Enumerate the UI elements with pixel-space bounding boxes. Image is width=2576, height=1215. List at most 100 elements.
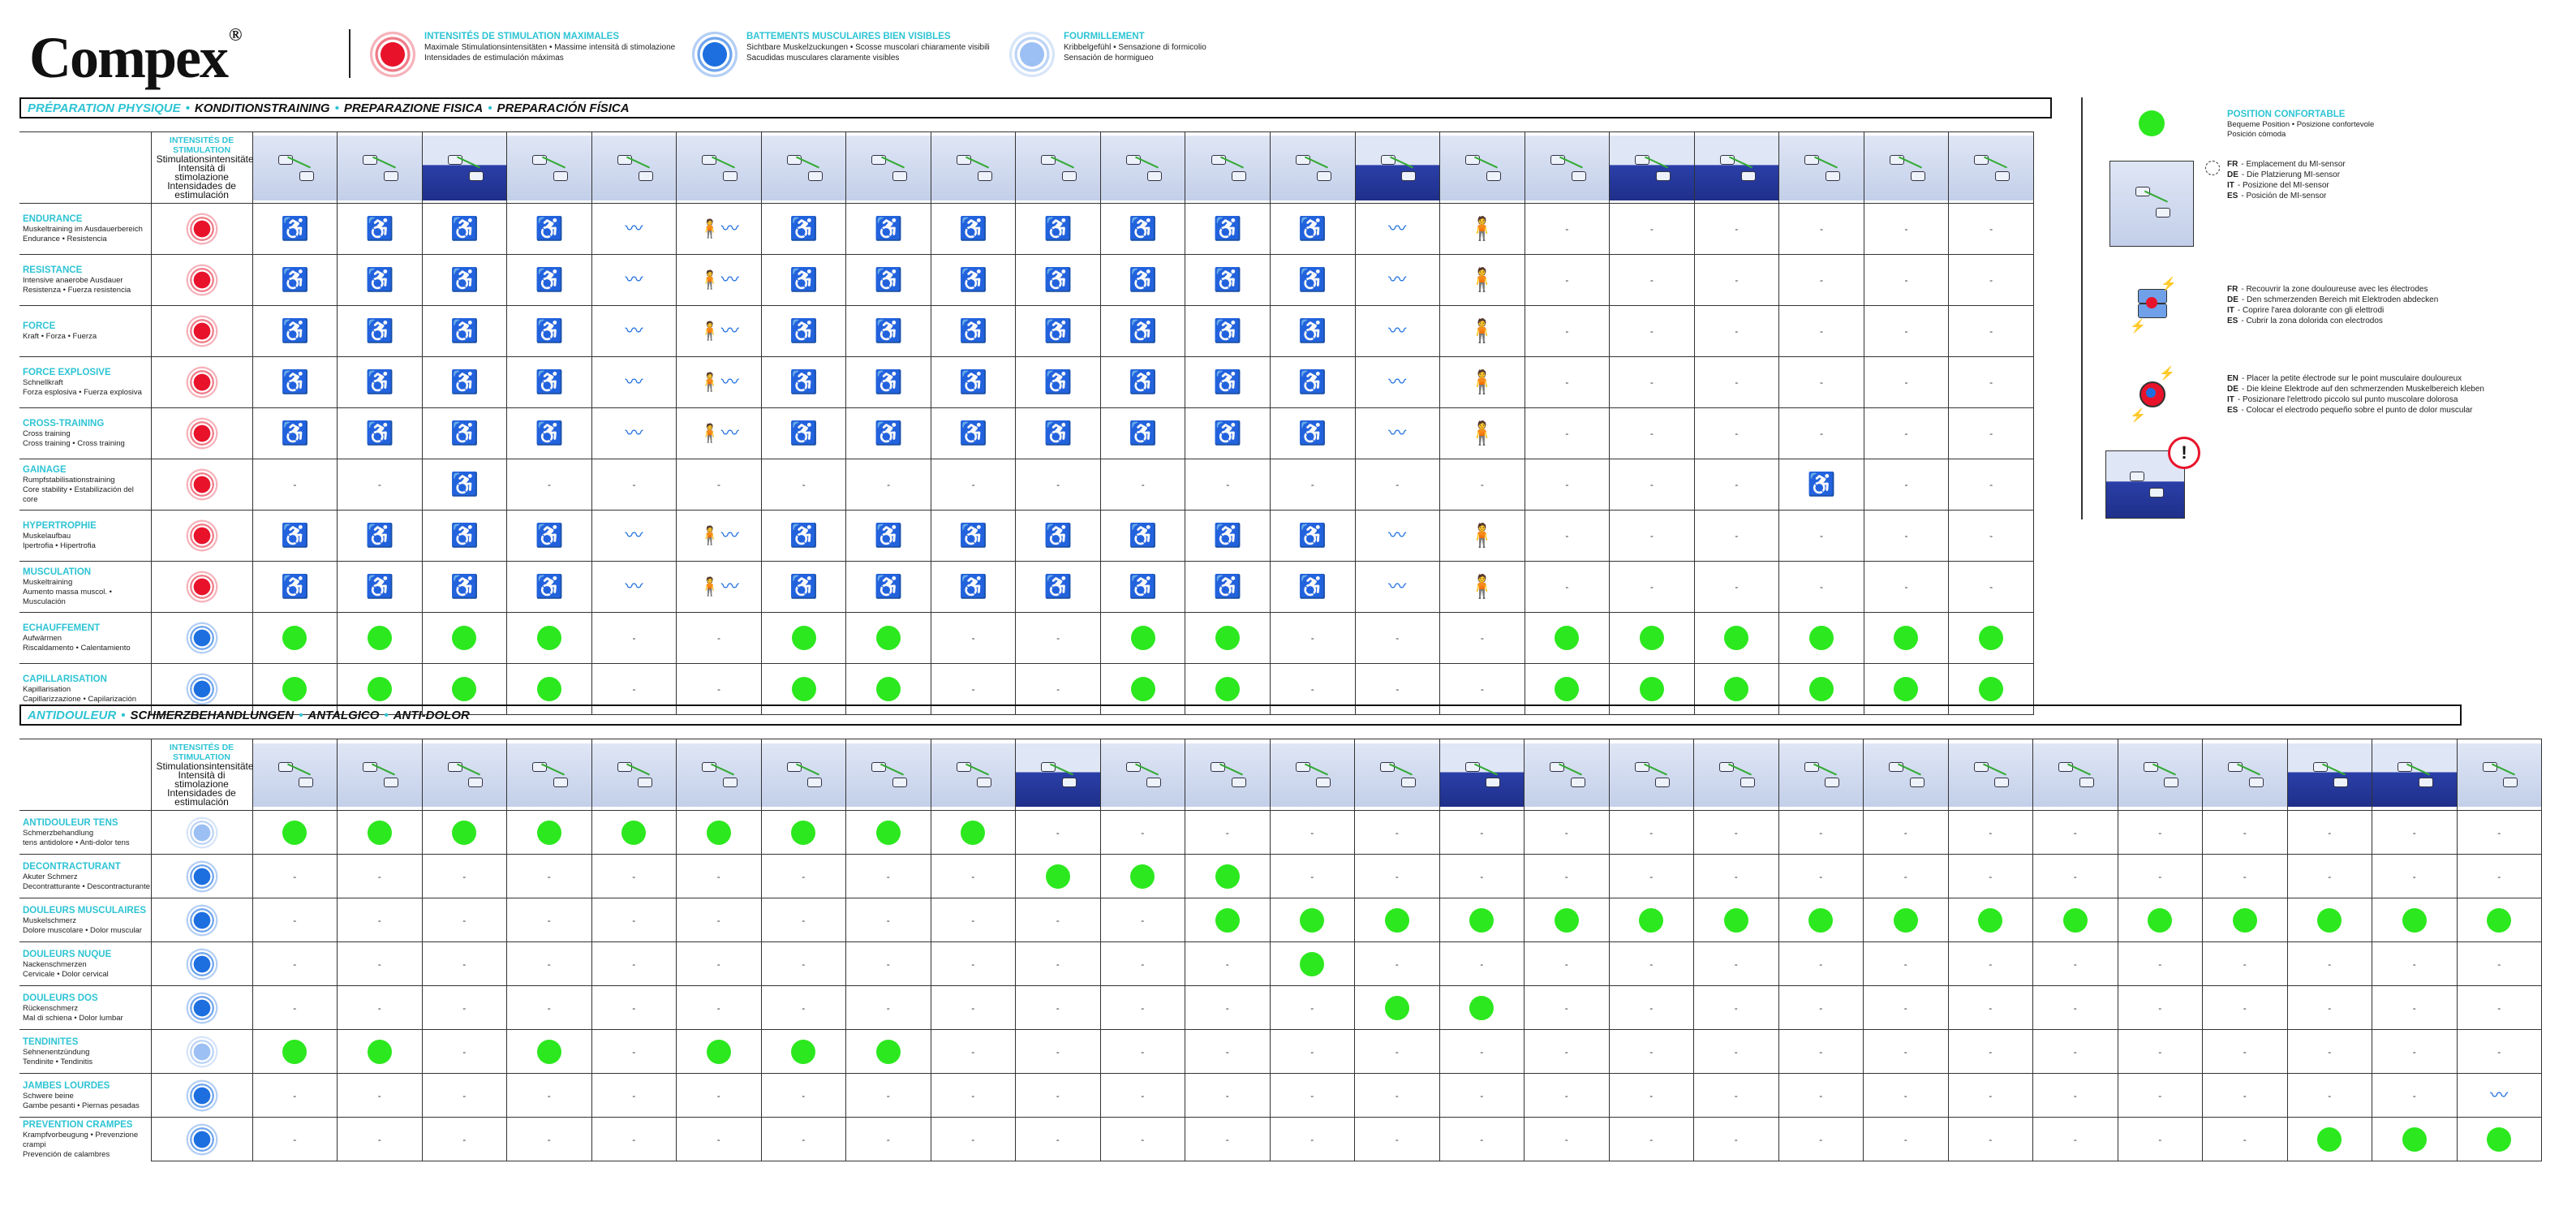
- not-applicable: -: [1141, 1089, 1145, 1101]
- not-applicable: -: [1480, 479, 1484, 490]
- not-applicable: -: [293, 914, 297, 926]
- placement-cell: -: [1693, 510, 1780, 562]
- seated-position-icon: ♿: [280, 523, 309, 548]
- program-title: FORCE: [23, 321, 56, 331]
- intensity-circle-red-icon: [185, 417, 218, 450]
- seated-position-icon: ♿: [450, 369, 479, 394]
- placement-cell: -: [1863, 941, 1949, 986]
- placement-cell: [2372, 898, 2458, 942]
- lang-code: FR: [2227, 160, 2238, 169]
- electrode-placement-image: [760, 131, 847, 204]
- body-illustration: [846, 135, 931, 200]
- comfortable-position-dot: [875, 1039, 901, 1064]
- placement-cell: -: [1778, 1029, 1864, 1074]
- placement-cell: -: [591, 898, 677, 942]
- placement-cell: 🧍〰: [676, 356, 762, 408]
- not-applicable: -: [462, 1133, 467, 1145]
- placement-cell: [2032, 898, 2118, 942]
- placement-cell: -: [845, 898, 931, 942]
- electrode-placement-image: [1269, 739, 1355, 811]
- placement-cell: [1947, 898, 2033, 942]
- not-applicable: -: [971, 1089, 975, 1101]
- intensity-header-title: INTENSITÉS DE STIMULATION: [169, 743, 234, 762]
- legend-entry: ES - Colocar el electrodo pequeño sobre e…: [2227, 405, 2484, 416]
- intensity-circle-red-icon: [185, 315, 218, 347]
- legend-item-red: INTENSITÉS DE STIMULATION MAXIMALES Maxim…: [369, 31, 675, 78]
- placement-cell: ♿: [506, 254, 592, 306]
- placement-cell: 〰: [591, 356, 677, 408]
- placement-cell: -: [1948, 459, 2034, 511]
- comfortable-position-dot: [706, 1039, 731, 1064]
- seated-position-icon: ♿: [1807, 472, 1836, 497]
- placement-cell: ♿: [930, 356, 1017, 408]
- not-applicable: -: [1480, 1089, 1484, 1101]
- not-applicable: -: [886, 870, 890, 882]
- not-applicable: -: [462, 1002, 467, 1014]
- not-applicable: -: [2243, 1002, 2247, 1014]
- placement-cell: -: [1608, 985, 1694, 1030]
- program-title: DECONTRACTURANT: [23, 861, 121, 872]
- not-applicable: -: [1396, 479, 1400, 490]
- not-applicable: -: [2073, 1002, 2077, 1014]
- not-applicable: -: [2243, 1089, 2247, 1101]
- placement-cell: -: [1524, 459, 1611, 511]
- placement-cell: -: [591, 985, 677, 1030]
- placement-cell: ♿: [930, 510, 1017, 562]
- legend-title: INTENSITÉS DE STIMULATION MAXIMALES: [424, 32, 620, 41]
- placement-cell: -: [2032, 1029, 2118, 1074]
- table-row: DOULEURS MUSCULAIRES Muskelschmerz Dolore …: [19, 898, 2542, 942]
- not-applicable: -: [632, 479, 636, 490]
- comfortable-position-dot: [791, 677, 816, 701]
- chair-position-icon: ♿: [789, 369, 818, 394]
- placement-cell: -: [1863, 407, 1950, 459]
- placement-cell: -: [337, 1117, 423, 1161]
- standing-position-icon: 🧍: [1468, 318, 1497, 343]
- comfortable-position-dot: [2139, 110, 2165, 136]
- not-applicable: -: [1056, 1002, 1060, 1014]
- not-applicable: -: [1989, 428, 1993, 439]
- electrode-placement-image: [1778, 131, 1864, 204]
- placement-cell: ♿: [506, 561, 592, 613]
- placement-cell: -: [1948, 203, 2034, 255]
- seated-position-icon: ♿: [450, 267, 479, 292]
- not-applicable: -: [1734, 958, 1738, 970]
- placement-cell: 🧍〰: [676, 510, 762, 562]
- lang-code: FR: [2227, 285, 2238, 294]
- placement-cell: -: [1354, 1029, 1440, 1074]
- program-label: TENDINITES Sehnenentzündung Tendinite • Te…: [19, 1029, 151, 1074]
- program-subtitle: Muskelschmerz: [23, 916, 76, 925]
- intensity-circle-blue-icon: [185, 1079, 218, 1112]
- not-applicable: -: [1735, 428, 1739, 439]
- seated-position-icon: ♿: [535, 369, 564, 394]
- intensity-cell: [150, 854, 253, 898]
- body-illustration: [2457, 743, 2541, 807]
- placement-cell: [252, 810, 338, 855]
- program-subtitle: Core stability • Estabilización del core: [23, 485, 134, 504]
- comfortable-position-dot: [791, 1039, 816, 1064]
- intensity-circle-red-icon: [185, 571, 218, 603]
- not-applicable: -: [632, 1002, 636, 1014]
- placement-cell: -: [1015, 612, 1101, 664]
- not-applicable: -: [2158, 1133, 2162, 1145]
- placement-cell: ♿: [1099, 305, 1186, 357]
- placement-cell: -: [1524, 561, 1611, 613]
- program-title: ENDURANCE: [23, 214, 83, 224]
- not-applicable: -: [1903, 1045, 1907, 1058]
- table-row: ECHAUFFEMENT Aufwärmen Riscaldamento • Cal…: [19, 612, 2034, 664]
- electrode-placement-image: [2032, 739, 2118, 811]
- placement-cell: -: [930, 612, 1017, 664]
- placement-cell: -: [2117, 810, 2203, 855]
- electrode-placement-image: [506, 739, 592, 811]
- placement-cell: -: [1524, 1073, 1610, 1118]
- electrode-placement-image: [1015, 739, 1101, 811]
- placement-cell: -: [1863, 1073, 1949, 1118]
- placement-cell: ♿: [930, 203, 1017, 255]
- placement-cell: ♿: [1185, 510, 1271, 562]
- placement-cell: -: [1693, 254, 1780, 306]
- seated-position-icon: ♿: [1298, 369, 1327, 394]
- lang-code: EN: [2227, 374, 2238, 383]
- placement-cell: -: [1609, 356, 1695, 408]
- placement-cell: -: [2372, 1029, 2458, 1074]
- lying-position-icon: 〰: [625, 269, 643, 290]
- not-applicable: -: [2243, 870, 2247, 882]
